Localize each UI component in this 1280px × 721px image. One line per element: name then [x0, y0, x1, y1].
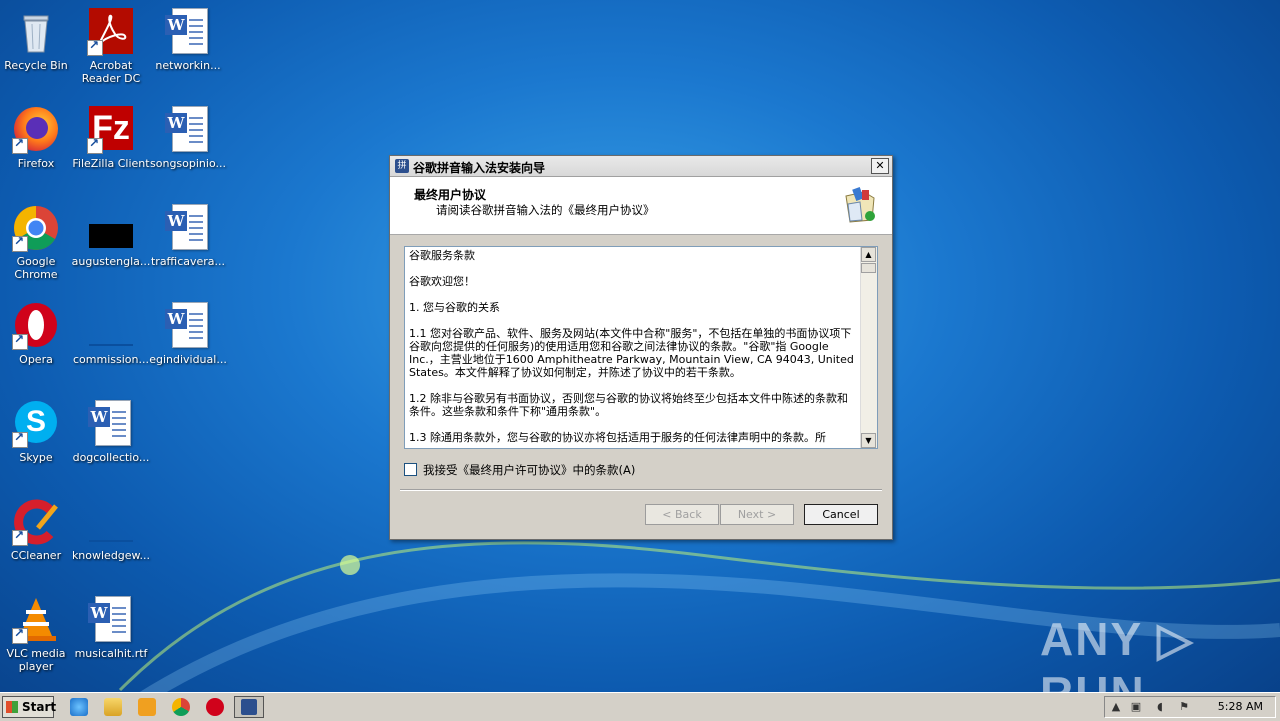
- desktop-icon-label: Acrobat Reader DC: [81, 59, 141, 85]
- desktop-icon-acrobat[interactable]: Acrobat Reader DC: [71, 8, 151, 85]
- desktop-icon-label: augustengla...: [71, 255, 151, 268]
- word-document-icon: W: [88, 400, 131, 446]
- word-document-icon: W: [88, 596, 131, 642]
- shortcut-arrow-icon: [12, 332, 28, 350]
- shortcut-arrow-icon: [87, 38, 103, 56]
- shortcut-arrow-icon: [87, 136, 103, 154]
- header-title: 最终用户协议: [414, 188, 487, 202]
- word-document-icon: W: [165, 8, 208, 54]
- action-center-flag-icon[interactable]: ⚑: [1177, 700, 1191, 714]
- desktop-icon-ccleaner[interactable]: CCleaner: [0, 498, 76, 562]
- shortcut-arrow-icon: [12, 626, 28, 644]
- button-separator: [400, 489, 882, 491]
- clock[interactable]: 5:28 AM: [1218, 700, 1263, 713]
- header-subtitle: 请阅读谷歌拼音输入法的《最终用户协议》: [436, 203, 655, 217]
- close-button[interactable]: ✕: [871, 158, 889, 174]
- desktop-icon-label: musicalhit.rtf: [74, 647, 148, 660]
- windows-flag-icon: [6, 701, 18, 713]
- desktop-icon-word-doc[interactable]: W dogcollectio...: [71, 400, 151, 464]
- start-label: Start: [22, 700, 57, 714]
- desktop-icon-label: Firefox: [17, 157, 55, 170]
- desktop-icon-firefox[interactable]: Firefox: [0, 106, 76, 170]
- installer-dialog: 拼 谷歌拼音输入法安装向导 ✕ 最终用户协议 请阅读谷歌拼音输入法的《最终用户协…: [389, 155, 893, 540]
- app-icon: 拼: [395, 159, 409, 173]
- desktop-icon-vlc[interactable]: VLC media player: [0, 596, 76, 673]
- desktop-icon-skype[interactable]: S Skype: [0, 400, 76, 464]
- shortcut-arrow-icon: [12, 430, 28, 448]
- volume-icon[interactable]: ◖: [1153, 700, 1167, 714]
- word-document-icon: W: [165, 302, 208, 348]
- desktop-icon-label: Skype: [19, 451, 53, 464]
- desktop-icon-filezilla[interactable]: Fz FileZilla Client: [71, 106, 151, 170]
- desktop-icon-word-doc[interactable]: W egindividual...: [148, 302, 228, 366]
- installer-box-icon: [845, 186, 875, 223]
- opera-taskbar-icon[interactable]: [206, 698, 224, 716]
- desktop-icon-word-doc[interactable]: W networkin...: [148, 8, 228, 72]
- word-document-icon: W: [165, 106, 208, 152]
- cancel-button[interactable]: Cancel: [804, 504, 878, 525]
- desktop-icon-label: egindividual...: [149, 353, 227, 366]
- desktop-icon-label: dogcollectio...: [72, 451, 150, 464]
- desktop-icon-label: networkin...: [155, 59, 221, 72]
- internet-explorer-icon[interactable]: [70, 698, 88, 716]
- license-textbox[interactable]: 谷歌服务条款 谷歌欢迎您！ 1. 您与谷歌的关系 1.1 您对谷歌产品、软件、服…: [404, 246, 878, 449]
- scroll-thumb[interactable]: [861, 263, 876, 273]
- recycle-bin-icon: [23, 15, 49, 53]
- dialog-titlebar[interactable]: 拼 谷歌拼音输入法安装向导 ✕: [390, 156, 892, 177]
- taskbar: Start ▲ ▣ ◖ ⚑ 5:28 AM: [0, 692, 1280, 721]
- installer-taskbar-icon: [241, 699, 257, 715]
- accept-license-label[interactable]: 我接受《最终用户许可协议》中的条款(A): [423, 463, 635, 477]
- desktop-icon-label: CCleaner: [10, 549, 62, 562]
- word-document-icon: W: [165, 204, 208, 250]
- desktop-icon-label: songsopinio...: [150, 157, 226, 170]
- shortcut-arrow-icon: [12, 136, 28, 154]
- accept-license-checkbox[interactable]: [404, 463, 417, 476]
- scroll-down-arrow-icon[interactable]: ▼: [861, 433, 876, 448]
- black-file-icon: [89, 224, 133, 248]
- license-paragraph: 1.3 除通用条款外，您与谷歌的协议亦将包括适用于服务的任何法律声明中的条款。所: [409, 431, 826, 444]
- desktop-icon-label: Google Chrome: [14, 255, 58, 281]
- desktop-icon-label: FileZilla Client: [72, 157, 150, 170]
- desktop-icon-opera[interactable]: Opera: [0, 302, 76, 366]
- start-button[interactable]: Start: [2, 696, 57, 718]
- desktop-icon-word-doc[interactable]: W songsopinio...: [148, 106, 228, 170]
- desktop-icon-recycle-bin[interactable]: Recycle Bin: [0, 8, 76, 72]
- desktop-icon-chrome[interactable]: Google Chrome: [0, 204, 76, 281]
- license-paragraph: 1. 您与谷歌的关系: [409, 301, 500, 314]
- dialog-header: 最终用户协议 请阅读谷歌拼音输入法的《最终用户协议》: [390, 177, 892, 235]
- next-button[interactable]: Next >: [720, 504, 794, 525]
- license-paragraph: 1.1 您对谷歌产品、软件、服务及网站(本文件中合称"服务"，不包括在单独的书面…: [409, 327, 854, 379]
- chrome-taskbar-icon[interactable]: [172, 698, 190, 716]
- desktop-icon-word-doc[interactable]: W trafficavera...: [148, 204, 228, 268]
- shortcut-arrow-icon: [12, 234, 28, 252]
- scroll-up-arrow-icon[interactable]: ▲: [861, 247, 876, 262]
- network-icon[interactable]: ▣: [1129, 700, 1143, 714]
- system-tray: ▲ ▣ ◖ ⚑ 5:28 AM: [1104, 696, 1276, 718]
- desktop-icon-label: Opera: [19, 353, 53, 366]
- file-explorer-icon[interactable]: [104, 698, 122, 716]
- desktop-icon-word-doc[interactable]: W musicalhit.rtf: [71, 596, 151, 660]
- desktop-icon-file[interactable]: augustengla...: [71, 204, 151, 268]
- desktop-icon-label: knowledgew...: [71, 549, 151, 562]
- blank-file-icon: [89, 540, 133, 542]
- dialog-title: 谷歌拼音输入法安装向导: [413, 161, 546, 175]
- license-text: 谷歌服务条款 谷歌欢迎您！ 1. 您与谷歌的关系 1.1 您对谷歌产品、软件、服…: [409, 249, 857, 448]
- desktop-icon-file[interactable]: commission...: [71, 302, 151, 366]
- accept-license-checkbox-row[interactable]: 我接受《最终用户许可协议》中的条款(A): [404, 462, 635, 478]
- license-paragraph: 1.2 除非与谷歌另有书面协议，否则您与谷歌的协议将始终至少包括本文件中陈述的条…: [409, 392, 848, 418]
- license-scrollbar[interactable]: ▲ ▼: [860, 247, 877, 448]
- license-paragraph: 谷歌服务条款: [409, 249, 475, 262]
- desktop-icon-label: Recycle Bin: [4, 59, 68, 72]
- desktop-icon-label: trafficavera...: [150, 255, 226, 268]
- desktop-icon-label: commission...: [73, 353, 149, 366]
- back-button[interactable]: < Back: [645, 504, 719, 525]
- license-paragraph: 谷歌欢迎您！: [409, 275, 475, 288]
- media-player-icon[interactable]: [138, 698, 156, 716]
- desktop-icon-label: VLC media player: [6, 647, 66, 673]
- shortcut-arrow-icon: [12, 528, 28, 546]
- installer-taskbar-button[interactable]: [234, 696, 264, 718]
- show-hidden-icons-icon[interactable]: ▲: [1109, 700, 1123, 714]
- desktop-icon-file[interactable]: knowledgew...: [71, 498, 151, 562]
- blank-file-icon: [89, 344, 133, 346]
